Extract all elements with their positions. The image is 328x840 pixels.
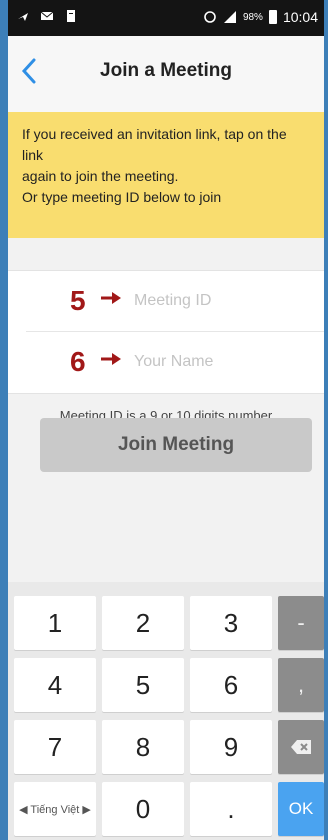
language-switch-key[interactable]: ◀ Tiếng Việt ▶ bbox=[14, 782, 96, 836]
status-bar: 98% 10:04 bbox=[8, 0, 324, 36]
mail-icon bbox=[40, 11, 54, 20]
gps-arrow-icon bbox=[18, 13, 28, 21]
right-edge bbox=[324, 0, 328, 840]
invitation-banner: If you received an invitation link, tap … bbox=[8, 112, 324, 238]
key-5[interactable]: 5 bbox=[102, 658, 184, 712]
page-title: Join a Meeting bbox=[100, 60, 232, 81]
key-0[interactable]: 0 bbox=[102, 782, 184, 836]
key-3[interactable]: 3 bbox=[190, 596, 272, 650]
step-marker-6: 6 bbox=[70, 346, 86, 377]
meeting-id-row: 5 bbox=[8, 271, 324, 331]
key-7[interactable]: 7 bbox=[14, 720, 96, 774]
backspace-icon bbox=[291, 740, 311, 754]
clock-time: 10:04 bbox=[282, 9, 318, 25]
app-screen: 98% 10:04 Join a Meeting If you received… bbox=[8, 0, 324, 840]
nav-bar: Join a Meeting bbox=[8, 36, 324, 113]
key-dot[interactable]: . bbox=[190, 782, 272, 836]
numeric-keypad: 1 2 3 - 4 5 6 , 7 8 9 ◀ Tiếng Việt ▶ 0 .… bbox=[8, 582, 324, 840]
banner-line-1: If you received an invitation link, tap … bbox=[22, 126, 287, 163]
key-2[interactable]: 2 bbox=[102, 596, 184, 650]
join-meeting-button[interactable]: Join Meeting bbox=[40, 418, 312, 472]
key-1[interactable]: 1 bbox=[14, 596, 96, 650]
key-8[interactable]: 8 bbox=[102, 720, 184, 774]
battery-percent: 98% bbox=[242, 11, 263, 23]
meeting-id-input[interactable] bbox=[132, 287, 316, 315]
your-name-input[interactable] bbox=[132, 348, 316, 376]
banner-line-2: again to join the meeting. bbox=[22, 168, 179, 184]
alarm-icon bbox=[204, 11, 216, 23]
signal-icon bbox=[223, 11, 236, 23]
key-6[interactable]: 6 bbox=[190, 658, 272, 712]
step-marker-5: 5 bbox=[70, 285, 86, 316]
key-comma[interactable]: , bbox=[278, 658, 324, 712]
name-row: 6 bbox=[8, 332, 324, 392]
banner-line-3: Or type meeting ID below to join bbox=[22, 189, 222, 205]
arrow-right-icon bbox=[101, 292, 121, 304]
ok-key[interactable]: OK bbox=[278, 782, 324, 836]
battery-icon bbox=[268, 10, 277, 24]
backspace-key[interactable] bbox=[278, 720, 324, 774]
key-9[interactable]: 9 bbox=[190, 720, 272, 774]
arrow-right-icon bbox=[101, 353, 121, 365]
clipboard-icon bbox=[67, 10, 75, 22]
key-dash[interactable]: - bbox=[278, 596, 324, 650]
join-form: 5 6 bbox=[8, 270, 324, 394]
key-4[interactable]: 4 bbox=[14, 658, 96, 712]
left-edge bbox=[0, 0, 8, 840]
